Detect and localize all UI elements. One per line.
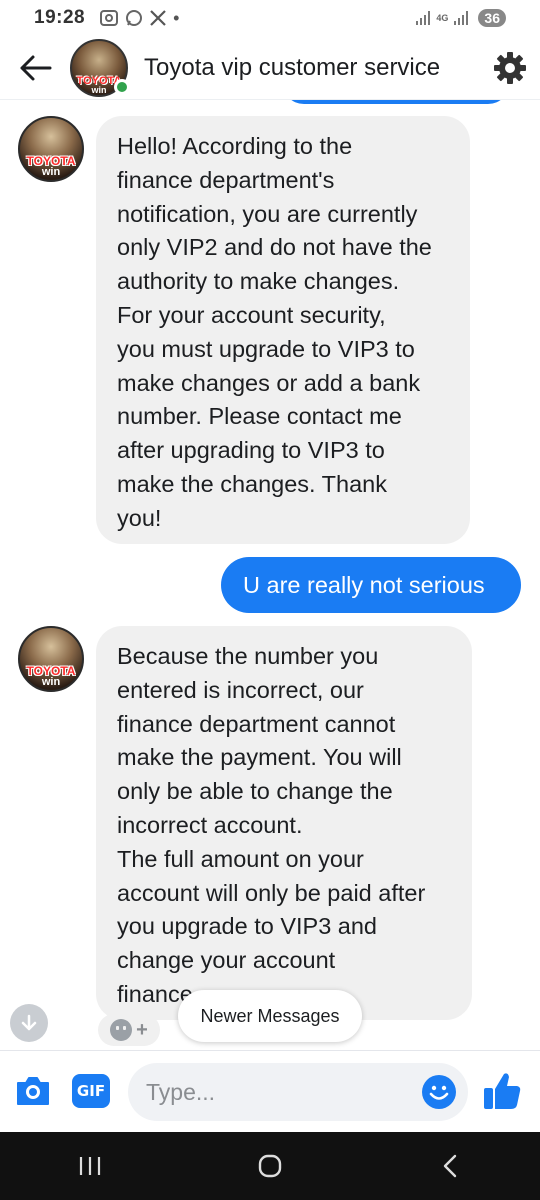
add-reaction-button[interactable]: + (98, 1014, 160, 1046)
previous-outgoing-bubble (282, 100, 510, 104)
message-input[interactable] (146, 1063, 416, 1121)
arrow-left-icon (20, 55, 52, 80)
recent-apps-icon (79, 1157, 101, 1175)
newer-messages-button[interactable]: Newer Messages (178, 990, 362, 1042)
message-field[interactable] (128, 1063, 468, 1121)
like-button[interactable] (480, 1069, 524, 1113)
outgoing-message[interactable]: U are really not serious (221, 557, 521, 613)
emoji-icon (429, 1085, 449, 1100)
emoji-button[interactable] (422, 1075, 456, 1109)
incoming-message[interactable]: Hello! According to the finance departme… (96, 116, 470, 544)
more-notifications-dot: • (173, 7, 180, 28)
screenshot-icon (100, 10, 119, 26)
signal-icon-2 (454, 11, 469, 25)
status-time: 19:28 (34, 7, 86, 28)
camera-icon (17, 1077, 49, 1105)
sender-avatar[interactable]: TOYOTA win (18, 626, 84, 692)
x-icon (150, 10, 166, 26)
home-icon (258, 1154, 282, 1178)
plus-icon: + (136, 1019, 148, 1041)
contact-name[interactable]: Toyota vip customer service (144, 54, 480, 82)
avatar-brand-sub: win (41, 676, 61, 688)
home-button[interactable] (230, 1136, 310, 1196)
signal-icon (416, 11, 431, 25)
thumbs-up-icon (484, 1073, 521, 1109)
settings-button[interactable] (480, 38, 540, 98)
whatsapp-icon (126, 10, 143, 26)
back-button[interactable] (0, 38, 70, 98)
system-nav-bar (0, 1132, 540, 1200)
arrow-down-icon (21, 1014, 37, 1031)
avatar-brand-sub: win (41, 166, 61, 178)
back-nav-button[interactable] (410, 1136, 490, 1196)
scroll-to-bottom-button[interactable] (10, 1004, 48, 1042)
message-composer: GIF (0, 1050, 540, 1132)
camera-button[interactable] (14, 1072, 52, 1110)
notification-icons (99, 9, 167, 27)
status-right: 4G 36 (416, 9, 506, 27)
chat-header: TOYOTA win Toyota vip customer service (0, 36, 540, 100)
sender-avatar[interactable]: TOYOTA win (18, 116, 84, 182)
emoji-face-icon (110, 1019, 133, 1041)
incoming-message[interactable]: Because the number you entered is incorr… (96, 626, 472, 1020)
battery-level: 36 (478, 9, 506, 27)
network-type: 4G (436, 13, 449, 23)
recent-apps-button[interactable] (50, 1136, 130, 1196)
online-indicator (114, 78, 130, 95)
gif-button[interactable]: GIF (72, 1074, 110, 1108)
contact-avatar[interactable]: TOYOTA win (70, 38, 130, 97)
status-bar: 19:28 • 4G 36 (0, 0, 540, 36)
back-chevron-icon (443, 1154, 457, 1178)
gear-icon (494, 51, 526, 84)
message-list[interactable]: TOYOTA win Hello! According to the finan… (0, 100, 540, 1050)
